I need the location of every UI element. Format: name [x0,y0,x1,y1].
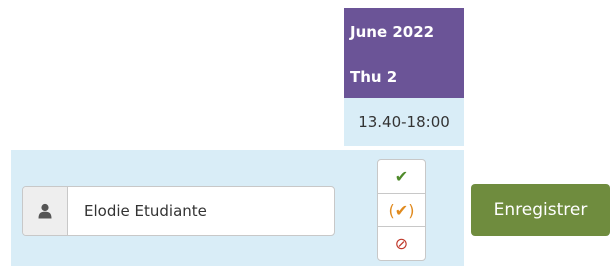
participant-name[interactable]: Elodie Etudiante [68,187,334,235]
choice-yes-check-icon[interactable]: ✔ [378,160,425,194]
user-icon [23,187,68,235]
participant-name-field[interactable]: Elodie Etudiante [22,186,335,236]
poll-day-header: Thu 2 [344,56,464,98]
poll-time-slot: 13.40-18:00 [344,98,464,146]
choice-no-ban-icon[interactable]: ⊘ [378,227,425,260]
save-button[interactable]: Enregistrer [471,184,610,236]
poll-month-header: June 2022 [344,8,464,56]
availability-choices: ✔ (✔) ⊘ [377,159,426,261]
choice-maybe-check-icon[interactable]: (✔) [378,194,425,228]
